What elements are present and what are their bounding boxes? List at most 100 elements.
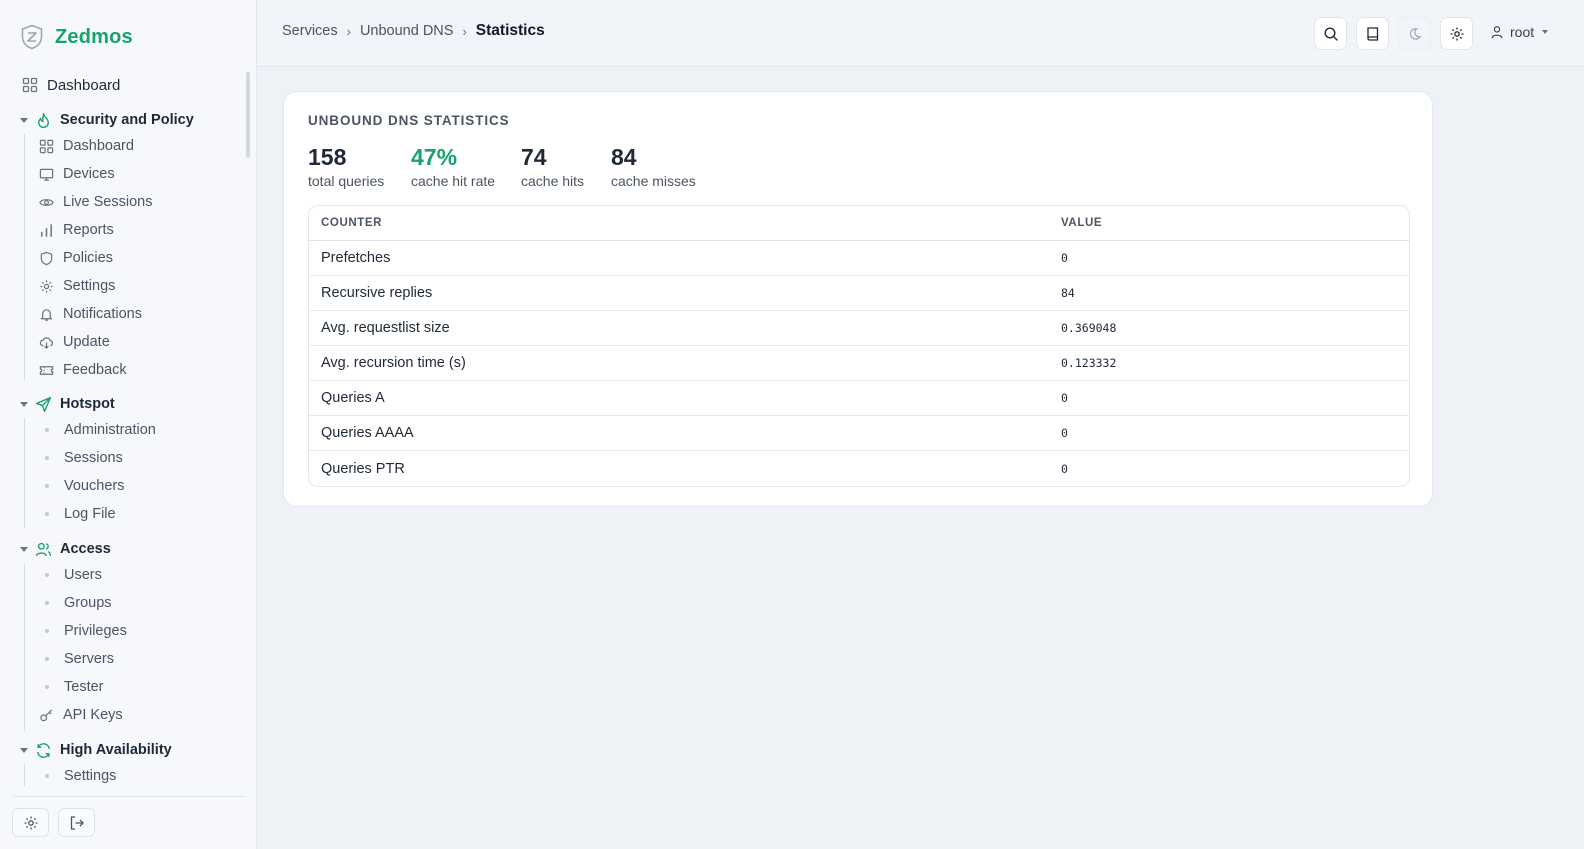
cloud-download-icon <box>39 336 53 349</box>
ticket-icon <box>39 365 54 375</box>
logout-icon <box>70 815 84 830</box>
bullet-icon <box>45 484 49 488</box>
section-security-and-policy[interactable]: Security and Policy <box>20 108 194 132</box>
sidebar-item-devices[interactable]: Devices <box>39 163 115 185</box>
eye-icon <box>39 198 54 206</box>
logout-button[interactable] <box>58 808 95 837</box>
user-name: root <box>1510 24 1535 40</box>
gear-icon <box>40 279 53 293</box>
card-title: UNBOUND DNS STATISTICS <box>308 113 510 128</box>
refresh-icon <box>36 742 51 758</box>
sidebar-item-settings[interactable]: Settings <box>39 275 115 297</box>
chevron-right-icon: › <box>462 23 467 39</box>
table-row: Avg. requestlist size 0.369048 <box>309 311 1409 346</box>
sidebar-item-live-sessions[interactable]: Live Sessions <box>39 191 152 213</box>
sidebar-item-log-file[interactable]: Log File <box>39 503 116 525</box>
breadcrumb: Services › Unbound DNS › Statistics <box>282 22 545 40</box>
users-icon <box>35 542 52 556</box>
stats-table: COUNTER VALUE Prefetches 0 Recursive repl… <box>308 205 1410 487</box>
table-row: Recursive replies 84 <box>309 276 1409 311</box>
table-row: Queries A0 <box>309 381 1409 416</box>
breadcrumb-unbound-dns[interactable]: Unbound DNS <box>360 23 454 39</box>
stat-total-queries: 158 total queries <box>308 144 385 189</box>
theme-toggle-button[interactable] <box>1398 17 1431 50</box>
bullet-icon <box>45 629 49 633</box>
table-row: Prefetches 0 <box>309 241 1409 276</box>
bullet-icon <box>45 601 49 605</box>
sidebar-item-api-keys[interactable]: API Keys <box>39 704 123 726</box>
bar-chart-icon <box>41 223 52 237</box>
sidebar-item-feedback[interactable]: Feedback <box>39 359 127 381</box>
grid-icon <box>22 77 38 93</box>
stat-cache-hits: 74 cache hits <box>521 144 585 189</box>
gear-icon <box>24 816 37 829</box>
table-row: Avg. recursion time (s) 0.123332 <box>309 346 1409 381</box>
sidebar-item-administration[interactable]: Administration <box>39 419 156 441</box>
stat-cache-hit-rate: 47% cache hit rate <box>411 144 496 189</box>
sidebar-item-users[interactable]: Users <box>39 564 102 586</box>
bullet-icon <box>45 685 49 689</box>
chevron-right-icon: › <box>346 23 351 39</box>
send-icon <box>35 396 52 412</box>
bullet-icon <box>45 573 49 577</box>
chevron-down-icon <box>20 401 28 407</box>
sidebar-item-privileges[interactable]: Privileges <box>39 620 127 642</box>
bell-icon <box>40 308 53 321</box>
search-button[interactable] <box>1314 17 1347 50</box>
brand[interactable]: Zedmos <box>20 24 133 50</box>
sidebar-item-reports[interactable]: Reports <box>39 219 114 241</box>
grid-icon <box>39 139 54 153</box>
bullet-icon <box>45 428 49 432</box>
tree-guide <box>24 418 25 528</box>
sidebar-item-ha-settings[interactable]: Settings <box>39 765 116 786</box>
sidebar-item-update[interactable]: Update <box>39 331 110 353</box>
chevron-down-icon <box>20 117 28 123</box>
sidebar-scrollbar[interactable] <box>246 72 250 158</box>
gear-icon <box>1450 27 1463 40</box>
settings-button[interactable] <box>12 808 49 837</box>
docs-button[interactable] <box>1356 17 1389 50</box>
key-icon <box>40 708 53 721</box>
sidebar-item-notifications[interactable]: Notifications <box>39 303 142 325</box>
table-row: Queries AAAA 0 <box>309 416 1409 451</box>
table-header: COUNTER VALUE <box>309 206 1409 241</box>
sidebar-item-tester[interactable]: Tester <box>39 676 104 698</box>
column-header-value[interactable]: VALUE <box>1061 217 1102 229</box>
section-hotspot[interactable]: Hotspot <box>20 392 115 416</box>
sidebar-footer-divider <box>12 796 245 797</box>
bullet-icon <box>45 512 49 516</box>
sidebar-nav[interactable]: Dashboard Security and Policy Dashboard … <box>0 68 257 786</box>
tree-guide <box>24 563 25 731</box>
bullet-icon <box>45 657 49 661</box>
tree-guide <box>24 764 25 786</box>
user-icon <box>1491 26 1503 39</box>
moon-icon <box>1409 27 1421 40</box>
column-header-counter[interactable]: COUNTER <box>321 217 382 229</box>
flame-icon <box>38 112 49 128</box>
shield-icon <box>40 251 53 265</box>
chevron-down-icon <box>20 747 28 753</box>
bullet-icon <box>45 456 49 460</box>
sidebar-item-policies[interactable]: Policies <box>39 247 113 269</box>
section-high-availability[interactable]: High Availability <box>20 738 172 762</box>
sidebar-item-servers[interactable]: Servers <box>39 648 114 670</box>
sidebar-item-sp-dashboard[interactable]: Dashboard <box>39 135 134 157</box>
chevron-down-icon <box>20 546 28 552</box>
stat-cache-misses: 84 cache misses <box>611 144 696 189</box>
search-icon <box>1323 26 1338 41</box>
user-menu[interactable]: root <box>1490 24 1549 40</box>
breadcrumb-services[interactable]: Services <box>282 23 338 39</box>
sidebar-item-groups[interactable]: Groups <box>39 592 112 614</box>
sidebar-item-dashboard[interactable]: Dashboard <box>22 73 120 97</box>
sidebar-item-sessions[interactable]: Sessions <box>39 447 123 469</box>
section-access[interactable]: Access <box>20 537 111 561</box>
tree-guide <box>24 134 25 380</box>
table-row: Queries PTR 0 <box>321 460 1068 477</box>
zedmos-logo-icon <box>21 24 43 50</box>
settings-button[interactable] <box>1440 17 1473 50</box>
caret-down-icon <box>1542 30 1549 34</box>
book-icon <box>1366 26 1378 41</box>
sidebar-item-vouchers[interactable]: Vouchers <box>39 475 124 497</box>
monitor-icon <box>39 168 54 181</box>
sidebar: Zedmos Dashboard Security and Policy Das… <box>0 0 257 849</box>
